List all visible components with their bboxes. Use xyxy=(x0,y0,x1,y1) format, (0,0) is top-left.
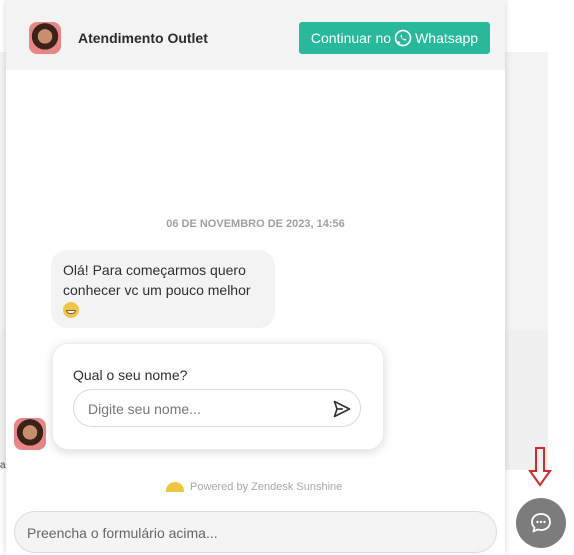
powered-by-text: Powered by Zendesk Sunshine xyxy=(190,481,343,493)
name-input[interactable] xyxy=(86,398,330,420)
powered-by[interactable]: Powered by Zendesk Sunshine xyxy=(166,481,342,493)
whatsapp-button-suffix: Whatsapp xyxy=(415,30,479,46)
whatsapp-icon xyxy=(394,29,412,47)
chat-title: Atendimento Outlet xyxy=(78,30,208,46)
chat-header: Atendimento Outlet Continuar no Whatsapp xyxy=(6,0,505,70)
name-form-card: Qual o seu nome? xyxy=(52,343,384,450)
message-avatar xyxy=(14,418,46,450)
chat-widget: Atendimento Outlet Continuar no Whatsapp… xyxy=(6,0,505,555)
background-top-right xyxy=(506,0,574,52)
whatsapp-button-prefix: Continuar no xyxy=(310,30,392,46)
chat-bubble-icon xyxy=(531,513,551,533)
form-label: Qual o seu nome? xyxy=(73,367,188,383)
background-text-fragment: a xyxy=(0,460,6,471)
agent-avatar xyxy=(29,22,61,54)
send-icon[interactable] xyxy=(332,399,352,419)
message-text: Olá! Para começarmos quero conhecer vc u… xyxy=(63,262,251,298)
chat-launcher-button[interactable] xyxy=(516,498,566,548)
composer-input[interactable] xyxy=(25,522,479,544)
name-field-wrapper xyxy=(73,389,361,427)
agent-message: Olá! Para começarmos quero conhecer vc u… xyxy=(51,250,275,328)
arrow-down-icon xyxy=(528,447,552,487)
date-stamp: 06 DE NOVEMBRO DE 2023, 14:56 xyxy=(166,218,345,230)
grinning-face-icon xyxy=(63,302,79,318)
sunshine-logo-icon xyxy=(166,482,184,492)
continue-whatsapp-button[interactable]: Continuar no Whatsapp xyxy=(299,22,490,54)
message-composer xyxy=(14,511,497,553)
